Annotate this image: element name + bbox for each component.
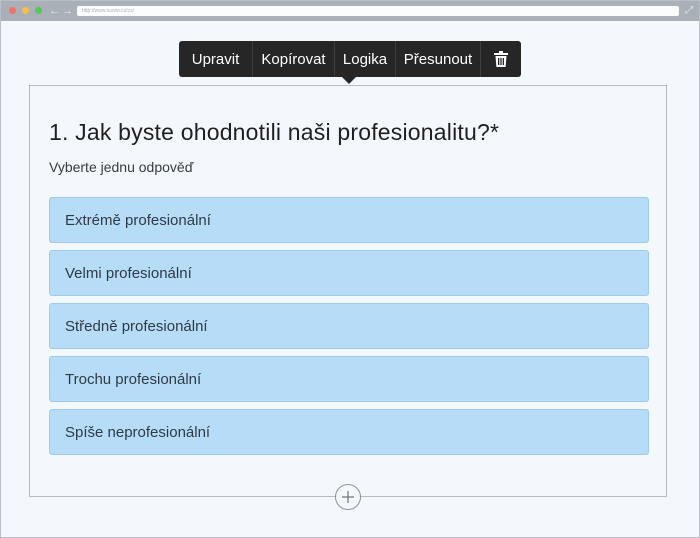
question-toolbar: Upravit Kopírovat Logika Přesunout (179, 41, 521, 77)
close-window-icon[interactable] (9, 7, 16, 14)
move-button[interactable]: Přesunout (396, 41, 481, 77)
question-hint: Vyberte jednu odpověď (49, 159, 194, 175)
logic-button[interactable]: Logika (335, 41, 396, 77)
question-card[interactable]: 1. Jak byste ohodnotili naši profesional… (29, 85, 667, 497)
browser-window: ← → http://www.survio.cz/cs/ ⤢ Upravit K… (0, 0, 700, 538)
maximize-window-icon[interactable] (35, 7, 42, 14)
plus-icon (342, 491, 354, 503)
toolbar-pointer (342, 77, 356, 84)
trash-icon (494, 51, 508, 67)
question-title: 1. Jak byste ohodnotili naši profesional… (49, 119, 500, 145)
edit-button[interactable]: Upravit (179, 41, 253, 77)
copy-button[interactable]: Kopírovat (253, 41, 335, 77)
answer-option[interactable]: Spíše neprofesionální (49, 409, 649, 455)
answer-option[interactable]: Extrémě profesionální (49, 197, 649, 243)
answer-option[interactable]: Trochu profesionální (49, 356, 649, 402)
add-question-button[interactable] (335, 484, 361, 510)
answer-option[interactable]: Středně profesionální (49, 303, 649, 349)
address-bar[interactable]: http://www.survio.cz/cs/ (77, 6, 679, 16)
fullscreen-icon[interactable]: ⤢ (685, 4, 693, 18)
answer-option[interactable]: Velmi profesionální (49, 250, 649, 296)
back-arrow-icon[interactable]: ← (49, 4, 60, 18)
forward-arrow-icon[interactable]: → (62, 4, 73, 18)
browser-chrome: ← → http://www.survio.cz/cs/ ⤢ (1, 1, 699, 21)
delete-button[interactable] (481, 41, 521, 77)
minimize-window-icon[interactable] (22, 7, 29, 14)
